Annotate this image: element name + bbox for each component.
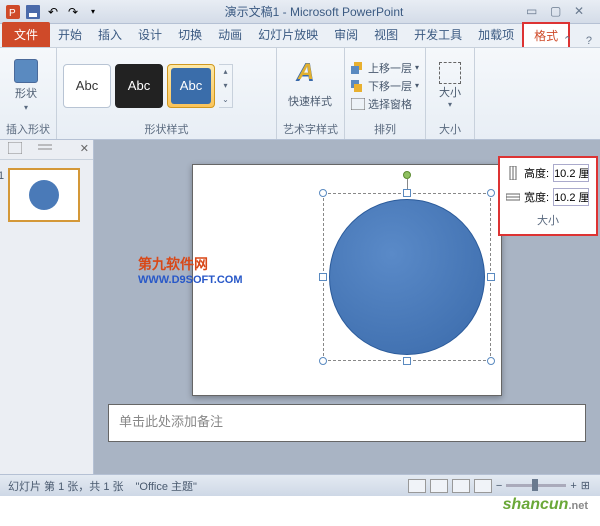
save-icon[interactable]: [24, 3, 42, 21]
thumb-shape-icon: [29, 180, 59, 210]
watermark: 第九软件网 WWW.D9SOFT.COM: [138, 254, 243, 286]
ribbon-tabs: 文件 开始 插入 设计 切换 动画 幻灯片放映 审阅 视图 开发工具 加载项 格…: [0, 24, 600, 48]
style-swatch-3[interactable]: Abc: [167, 64, 215, 108]
circle-shape[interactable]: [329, 199, 485, 355]
reading-view-button[interactable]: [452, 479, 470, 493]
selection-pane-button[interactable]: 选择窗格: [351, 96, 419, 112]
window-controls: ▭ ▢ ✕: [526, 4, 596, 20]
notes-input[interactable]: 单击此处添加备注: [108, 404, 586, 442]
window-title: 演示文稿1 - Microsoft PowerPoint: [102, 3, 526, 20]
send-backward-button[interactable]: 下移一层▾: [351, 78, 419, 94]
panel-close-button[interactable]: ✕: [80, 142, 89, 155]
qat-more-icon[interactable]: ▾: [84, 3, 102, 21]
style-swatch-2[interactable]: Abc: [115, 64, 163, 108]
page-watermark: shancun.net: [503, 496, 588, 514]
panel-tab-slides[interactable]: [0, 140, 30, 159]
styles-more-button[interactable]: ▴▾⌄: [219, 64, 233, 108]
status-bar: 幻灯片 第 1 张，共 1 张 "Office 主题" − + ⊞: [0, 474, 600, 496]
width-input[interactable]: [553, 188, 589, 206]
minimize-icon[interactable]: ▭: [526, 4, 542, 20]
theme-indicator: "Office 主题": [136, 478, 197, 494]
size-popup: 高度: 宽度: 大小: [498, 156, 598, 236]
size-icon: [439, 62, 461, 84]
tab-developer[interactable]: 开发工具: [406, 22, 470, 47]
ribbon: 形状 ▾ 插入形状 Abc Abc Abc ▴▾⌄ 形状填充 形状轮廓 形状效果…: [0, 48, 600, 140]
normal-view-button[interactable]: [408, 479, 426, 493]
resize-handle[interactable]: [487, 273, 495, 281]
resize-handle[interactable]: [319, 189, 327, 197]
group-size: 大小 ▾ 大小: [426, 48, 475, 139]
panel-tab-outline[interactable]: [30, 140, 60, 159]
zoom-in-button[interactable]: +: [570, 480, 576, 492]
tab-animations[interactable]: 动画: [210, 22, 250, 47]
resize-handle[interactable]: [487, 357, 495, 365]
bring-forward-button[interactable]: 上移一层▾: [351, 60, 419, 76]
group-wordart: AA 快速样式 艺术字样式: [277, 48, 345, 139]
selected-circle-shape[interactable]: [323, 193, 491, 361]
slides-panel: ✕ 1: [0, 140, 94, 474]
wordart-icon: AA: [294, 57, 326, 89]
chevron-down-icon: ▾: [24, 103, 28, 112]
sorter-view-button[interactable]: [430, 479, 448, 493]
zoom-slider[interactable]: [506, 484, 566, 487]
shape-icon: [14, 59, 38, 83]
help-icon[interactable]: ?: [586, 35, 592, 47]
tab-view[interactable]: 视图: [366, 22, 406, 47]
resize-handle[interactable]: [319, 273, 327, 281]
quick-access-toolbar: P ↶ ↷ ▾: [4, 3, 102, 21]
resize-handle[interactable]: [403, 357, 411, 365]
size-button[interactable]: 大小 ▾: [432, 57, 468, 115]
panel-tabs: ✕: [0, 140, 93, 160]
svg-text:P: P: [9, 8, 16, 19]
powerpoint-icon[interactable]: P: [4, 3, 22, 21]
ribbon-minimize-icon[interactable]: ⌃: [563, 34, 572, 47]
redo-icon[interactable]: ↷: [64, 3, 82, 21]
tab-design[interactable]: 设计: [130, 22, 170, 47]
resize-handle[interactable]: [487, 189, 495, 197]
tab-review[interactable]: 审阅: [326, 22, 366, 47]
undo-icon[interactable]: ↶: [44, 3, 62, 21]
width-row: 宽度:: [506, 188, 590, 206]
slide-thumbnail-1[interactable]: 1: [8, 168, 80, 222]
tab-home[interactable]: 开始: [50, 22, 90, 47]
resize-handle[interactable]: [319, 357, 327, 365]
close-icon[interactable]: ✕: [574, 4, 590, 20]
group-shape-styles: Abc Abc Abc ▴▾⌄ 形状填充 形状轮廓 形状效果 形状样式: [57, 48, 277, 139]
slideshow-view-button[interactable]: [474, 479, 492, 493]
width-icon: [506, 190, 520, 204]
quick-styles-button[interactable]: AA 快速样式: [283, 57, 337, 115]
file-tab[interactable]: 文件: [2, 22, 50, 47]
zoom-out-button[interactable]: −: [496, 480, 502, 492]
tab-insert[interactable]: 插入: [90, 22, 130, 47]
title-bar: P ↶ ↷ ▾ 演示文稿1 - Microsoft PowerPoint ▭ ▢…: [0, 0, 600, 24]
group-arrange: 上移一层▾ 下移一层▾ 选择窗格 排列: [345, 48, 426, 139]
fit-view-button[interactable]: ⊞: [581, 479, 590, 492]
maximize-icon[interactable]: ▢: [550, 4, 566, 20]
style-swatch-1[interactable]: Abc: [63, 64, 111, 108]
svg-text:A: A: [297, 59, 314, 84]
slide-indicator: 幻灯片 第 1 张，共 1 张: [8, 478, 124, 494]
rotate-handle[interactable]: [403, 171, 411, 179]
height-icon: [506, 166, 520, 180]
tab-addins[interactable]: 加载项: [470, 22, 522, 47]
shapes-button[interactable]: 形状 ▾: [6, 57, 46, 115]
resize-handle[interactable]: [403, 189, 411, 197]
group-insert-shape: 形状 ▾ 插入形状: [0, 48, 57, 139]
height-row: 高度:: [506, 164, 590, 182]
tab-transitions[interactable]: 切换: [170, 22, 210, 47]
tab-slideshow[interactable]: 幻灯片放映: [250, 22, 326, 47]
height-input[interactable]: [553, 164, 589, 182]
